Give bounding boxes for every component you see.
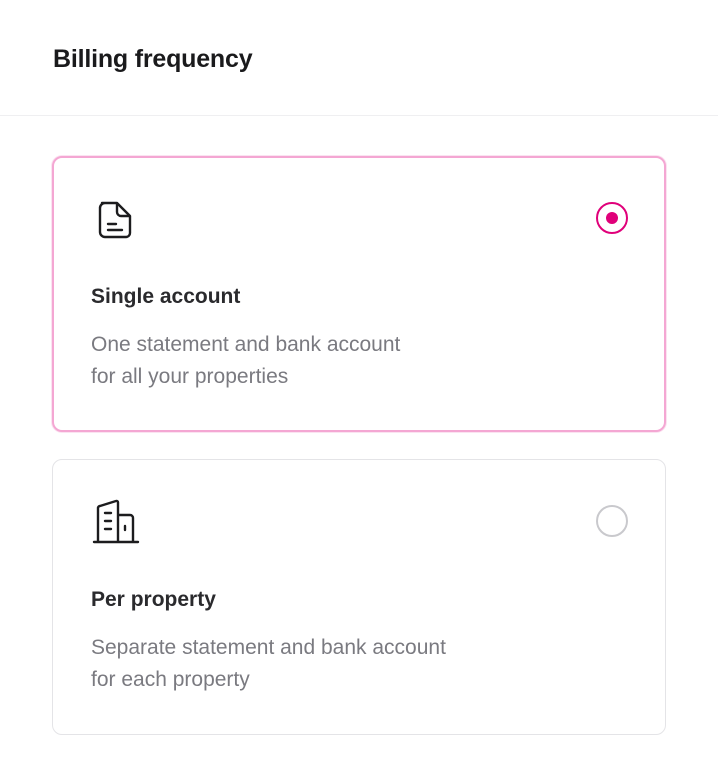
option-per-property[interactable]: Per property Separate statement and bank… — [52, 459, 666, 735]
radio-unselected[interactable] — [596, 505, 628, 537]
option-description: Separate statement and bank account for … — [91, 632, 511, 696]
radio-selected[interactable] — [596, 202, 628, 234]
option-title: Single account — [91, 285, 241, 308]
option-single-account[interactable]: Single account One statement and bank ac… — [52, 156, 666, 432]
document-icon — [98, 201, 132, 239]
building-icon — [92, 499, 140, 544]
page-title: Billing frequency — [53, 45, 253, 73]
option-title: Per property — [91, 588, 216, 611]
header: Billing frequency — [0, 0, 718, 116]
option-description-line: One statement and bank account — [91, 333, 401, 356]
option-description: One statement and bank account for all y… — [91, 329, 511, 393]
option-description-line: Separate statement and bank account — [91, 636, 446, 659]
option-description-line: for each property — [91, 668, 250, 691]
option-description-line: for all your properties — [91, 365, 289, 388]
